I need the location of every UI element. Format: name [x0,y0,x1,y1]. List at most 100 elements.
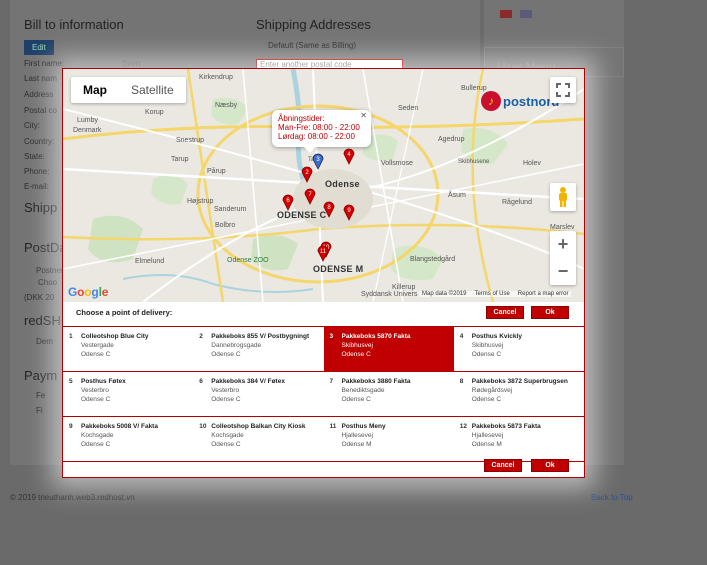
point-number: 9 [69,423,73,430]
zoom-in-button[interactable]: + [558,231,569,258]
point-street: Skibhusvej [341,342,373,349]
map-marker-icon[interactable]: 6 [282,193,294,211]
point-name: Posthus Føtex [81,378,126,385]
map-place-label: Lumby [77,117,99,124]
point-street: Rødegårdsvej [471,387,513,394]
popup-tail [304,147,316,153]
point-number: 5 [69,378,73,385]
point-city: Odense C [211,351,241,358]
map-place-label: Elmelund [135,258,165,265]
choose-point-label: Choose a point of delivery: [76,308,173,317]
street-view-button[interactable] [550,183,576,211]
google-logo: Google [68,285,108,299]
opening-hours-popup: Åbningstider: Man-Fre: 08:00 - 22:00 Lør… [272,110,371,147]
map-place-label: Snestrup [176,137,205,144]
point-street: Vesterbro [211,387,240,394]
close-icon[interactable]: ✕ [360,111,367,120]
edit-button[interactable]: Edit [24,40,54,55]
ok-button-top[interactable]: Ok [531,306,569,319]
map-marker-icon[interactable]: 4 [343,147,355,165]
point-name: Colleotshop Blue City [81,333,149,340]
report-error-link[interactable]: Report a map error [518,291,569,297]
delivery-point-option[interactable]: 12 Pakkeboks 5873 Fakta Hjallesevej Odense … [454,417,584,461]
choose-button[interactable]: Choo [38,278,57,287]
delivery-point-option[interactable]: 10 Colleotshop Balkan City Kiosk Kochsgade… [193,417,323,461]
map-marker-icon[interactable]: 7 [304,187,316,205]
point-number: 11 [329,423,337,430]
point-number: 3 [329,333,334,340]
delivery-point-option[interactable]: 8 Pakkeboks 3872 Superbrugsen Rødegårdsvej… [454,372,584,416]
field-label: Country: [24,137,55,146]
terms-link[interactable]: Terms of Use [474,291,509,297]
map-place-label: Skibhusene [458,159,490,165]
map-place-label: ODENSE M [313,264,364,274]
point-city: Odense C [341,396,371,403]
point-street: Vesterbro [81,387,109,394]
cancel-button-top[interactable]: Cancel [486,306,524,319]
ok-button-bottom[interactable]: Ok [531,459,569,472]
point-number: 4 [459,333,464,340]
delivery-points-row: 5 Posthus Føtex Vesterbro Odense C 6 Pakkebo… [63,372,584,417]
delivery-point-option[interactable]: 2 Pakkeboks 855 V/ Postbygningt Dannebrogs… [193,327,323,371]
map-place-label: Denmark [73,127,102,134]
point-street: Hjallesevej [471,432,504,439]
delivery-point-option[interactable]: 5 Posthus Føtex Vesterbro Odense C [63,372,193,416]
delivery-point-option[interactable]: 1 Colleotshop Blue City Vestergade Odense C [63,327,193,371]
field-label: State: [24,152,45,161]
point-street: Benediktsgade [341,387,385,394]
delivery-point-option[interactable]: 9 Pakkeboks 5008 V/ Fakta Kochsgade Odense … [63,417,193,461]
map-view[interactable]: Map Satellite Kirkendrup Næsby Korup Lum… [63,69,584,302]
zoom-controls: + − [550,231,576,285]
field-label: First name: [24,59,65,68]
map-place-label: Bolbro [215,222,236,229]
map-type-toggle: Map Satellite [71,77,186,103]
field-label: Last nam [24,74,57,83]
map-place-label: Marslev [550,224,575,231]
map-place-label: Odense [325,179,360,189]
map-place-label: ODENSE C [277,210,327,220]
cancel-button-bottom[interactable]: Cancel [484,459,522,472]
delivery-point-option[interactable]: 7 Pakkeboks 3880 Fakta Benediktsgade Odense… [324,372,454,416]
bill-title: Bill to information [24,17,124,32]
map-marker-icon[interactable]: 11 [317,244,329,262]
zoom-out-button[interactable]: − [558,258,569,285]
fullscreen-button[interactable] [550,77,576,103]
postnord-horn-icon: ♪ [481,91,501,111]
english-flag-icon[interactable] [520,10,532,18]
delivery-points-row: 1 Colleotshop Blue City Vestergade Odense C… [63,327,584,372]
popup-line: Åbningstider: [278,114,325,123]
field-value: Sven [122,59,141,68]
map-place-label: Kirkendrup [199,74,233,81]
map-data-text: Map data ©2019 [422,291,467,297]
google-logo-letter: G [68,285,78,299]
map-type-map-tab[interactable]: Map [71,77,119,103]
map-place-label: Rågelund [502,199,532,206]
map-place-label: Vollsmose [381,160,413,167]
delivery-point-option[interactable]: 6 Pakkeboks 384 V/ Føtex Vesterbro Odense C [193,372,323,416]
map-place-label: Blangstedgård [410,256,456,263]
payment-option[interactable]: Fi [36,406,43,415]
map-place-label: Åsum [448,192,466,199]
payment-option[interactable]: Fe [36,391,45,400]
point-number: 12 [459,423,467,430]
map-marker-icon[interactable]: 9 [343,203,355,221]
popup-line: Man-Fre: 08:00 - 22:00 [278,123,360,132]
map-place-label: Syddansk Univers [361,291,418,298]
point-city: Odense C [81,441,111,448]
demo-option[interactable]: Dem [36,337,53,346]
map-attribution: Map data ©2019 Terms of Use Report a map… [419,291,572,297]
delivery-point-option[interactable]: 4 Posthus Kvickly Skibhusvej Odense C [454,327,584,371]
vietnamese-flag-icon[interactable] [500,10,512,18]
delivery-point-option[interactable]: 11 Posthus Meny Hjallesevej Odense M [324,417,454,461]
post-price: (DKK 20 [24,293,55,302]
footer-copyright: © 2019 trieuthanh.web3.redhost.vn [10,493,135,502]
map-place-label: Odense ZOO [227,257,269,264]
point-name: Pakkeboks 855 V/ Postbygningt [211,333,310,340]
map-marker-icon[interactable]: 8 [323,200,335,218]
shipping-default-option[interactable]: Default (Same as Billing) [268,41,356,50]
selected-map-marker-icon[interactable]: 3 [312,152,324,170]
back-to-top-link[interactable]: Back to Top [591,493,633,502]
map-type-satellite-tab[interactable]: Satellite [119,77,186,103]
delivery-point-option-selected[interactable]: 3 Pakkeboks 5870 Fakta Skibhusvej Odense C [323,327,454,371]
payment-section-title: Paym [24,368,58,383]
